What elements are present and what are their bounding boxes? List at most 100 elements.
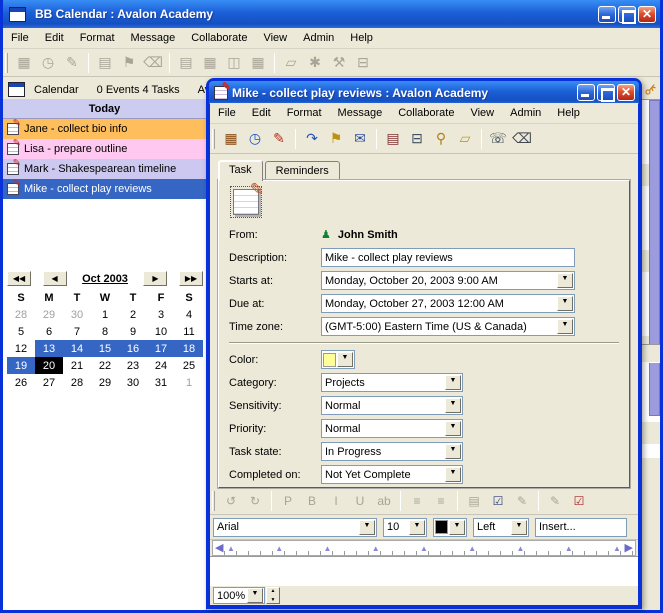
- task-state-select[interactable]: In Progress: [321, 442, 463, 461]
- new-task-icon[interactable]: ✎: [268, 128, 290, 150]
- tabstop-marker[interactable]: ▲: [517, 544, 525, 553]
- chevron-down-icon[interactable]: [359, 520, 375, 535]
- next-month-button[interactable]: ▶: [143, 271, 167, 286]
- chevron-down-icon[interactable]: [445, 375, 461, 390]
- tab-reminders[interactable]: Reminders: [265, 161, 340, 180]
- left-margin-marker[interactable]: ◀: [215, 541, 223, 555]
- chevron-down-icon[interactable]: [445, 398, 461, 413]
- chevron-down-icon[interactable]: [337, 352, 353, 367]
- new-alarm-icon[interactable]: ◷: [244, 128, 266, 150]
- calendar-day[interactable]: 1: [175, 374, 203, 391]
- dialog-close-button[interactable]: [617, 84, 635, 101]
- call-icon[interactable]: ☏: [487, 128, 509, 150]
- chevron-down-icon[interactable]: [247, 588, 263, 603]
- menu-admin[interactable]: Admin: [502, 104, 549, 122]
- calendar-day-today[interactable]: 20: [35, 357, 63, 374]
- tabstop-marker[interactable]: ▲: [275, 544, 283, 553]
- chevron-down-icon[interactable]: [449, 520, 465, 535]
- chevron-down-icon[interactable]: [445, 467, 461, 482]
- menu-edit[interactable]: Edit: [37, 29, 72, 47]
- chevron-down-icon[interactable]: [511, 520, 527, 535]
- calendar-day[interactable]: 9: [119, 323, 147, 340]
- task-row[interactable]: Lisa - prepare outline: [3, 139, 206, 159]
- toolbar-grip[interactable]: [212, 491, 215, 511]
- timezone-select[interactable]: (GMT-5:00) Eastern Time (US & Canada): [321, 317, 575, 336]
- menu-message[interactable]: Message: [123, 29, 184, 47]
- spellcheck-icon[interactable]: ☑: [568, 490, 590, 512]
- calendar-day[interactable]: 19: [7, 357, 35, 374]
- tabstop-marker[interactable]: ▲: [420, 544, 428, 553]
- chevron-down-icon[interactable]: [557, 319, 573, 334]
- calendar-day[interactable]: 25: [175, 357, 203, 374]
- dialog-minimize-button[interactable]: [577, 84, 595, 101]
- calendar-day[interactable]: 15: [91, 340, 119, 357]
- calendar-day[interactable]: 24: [147, 357, 175, 374]
- menu-help[interactable]: Help: [342, 29, 381, 47]
- forward-icon[interactable]: ↷: [301, 128, 323, 150]
- prev-month-button[interactable]: ◀: [43, 271, 67, 286]
- menu-view[interactable]: View: [462, 104, 502, 122]
- toolbar-grip[interactable]: [5, 53, 8, 73]
- task-row[interactable]: Mark - Shakespearean timeline: [3, 159, 206, 179]
- calendar-day[interactable]: 10: [147, 323, 175, 340]
- minimize-button[interactable]: [598, 6, 616, 23]
- right-margin-marker[interactable]: ▶: [625, 541, 633, 555]
- zoom-select[interactable]: 100%: [213, 587, 265, 604]
- calendar-day[interactable]: 17: [147, 340, 175, 357]
- due-at-select[interactable]: Monday, October 27, 2003 12:00 AM: [321, 294, 575, 313]
- calendar-day[interactable]: 11: [175, 323, 203, 340]
- calendar-day[interactable]: 22: [91, 357, 119, 374]
- calendar-day[interactable]: 2: [119, 306, 147, 323]
- sensitivity-select[interactable]: Normal: [321, 396, 463, 415]
- zoom-spinner[interactable]: [266, 587, 280, 604]
- font-color-select[interactable]: [433, 518, 467, 537]
- next-year-button[interactable]: ▶▶: [179, 271, 203, 286]
- calendar-day[interactable]: 4: [175, 306, 203, 323]
- calendar-day[interactable]: 16: [119, 340, 147, 357]
- calendar-day[interactable]: 30: [63, 306, 91, 323]
- calendar-label[interactable]: Calendar: [34, 84, 79, 96]
- calendar-day[interactable]: 21: [63, 357, 91, 374]
- notes-editor[interactable]: [210, 556, 638, 585]
- key-pencil-icon[interactable]: ⚷: [641, 79, 661, 100]
- calendar-day[interactable]: 7: [63, 323, 91, 340]
- insert-select[interactable]: Insert...: [535, 518, 627, 537]
- tabstop-marker[interactable]: ▲: [613, 544, 621, 553]
- tabstop-marker[interactable]: ▲: [372, 544, 380, 553]
- tab-task[interactable]: Task: [218, 160, 263, 181]
- mail-icon[interactable]: ✉: [349, 128, 371, 150]
- calendar-day[interactable]: 28: [63, 374, 91, 391]
- prev-year-button[interactable]: ◀◀: [7, 271, 31, 286]
- tabstop-marker[interactable]: ▲: [227, 544, 235, 553]
- chevron-down-icon[interactable]: [445, 444, 461, 459]
- calendar-day[interactable]: 23: [119, 357, 147, 374]
- menu-collaborate[interactable]: Collaborate: [183, 29, 255, 47]
- folder-icon[interactable]: ▱: [454, 128, 476, 150]
- chevron-down-icon[interactable]: [557, 296, 573, 311]
- trash-icon[interactable]: ⌫: [511, 128, 533, 150]
- search-icon[interactable]: ⚲: [430, 128, 452, 150]
- dialog-maximize-button[interactable]: [597, 84, 615, 101]
- tabstop-marker[interactable]: ▲: [324, 544, 332, 553]
- month-label[interactable]: Oct 2003: [78, 273, 132, 285]
- calendar-day[interactable]: 13: [35, 340, 63, 357]
- menu-file[interactable]: File: [210, 104, 244, 122]
- calendar-day[interactable]: 14: [63, 340, 91, 357]
- color-select[interactable]: [321, 350, 355, 369]
- toolbar-grip[interactable]: [212, 129, 215, 149]
- chevron-down-icon[interactable]: [445, 421, 461, 436]
- completed-on-select[interactable]: Not Yet Complete: [321, 465, 463, 484]
- chevron-down-icon[interactable]: [557, 273, 573, 288]
- menu-admin[interactable]: Admin: [295, 29, 342, 47]
- menu-edit[interactable]: Edit: [244, 104, 279, 122]
- align-select[interactable]: Left: [473, 518, 529, 537]
- menu-file[interactable]: File: [3, 29, 37, 47]
- calendar-day[interactable]: 27: [35, 374, 63, 391]
- calendar-day[interactable]: 8: [91, 323, 119, 340]
- calendar-day[interactable]: 1: [91, 306, 119, 323]
- menu-format[interactable]: Format: [72, 29, 123, 47]
- task-row[interactable]: Mike - collect play reviews: [3, 179, 206, 199]
- menu-message[interactable]: Message: [330, 104, 391, 122]
- chevron-down-icon[interactable]: [409, 520, 425, 535]
- calendar-day[interactable]: 29: [91, 374, 119, 391]
